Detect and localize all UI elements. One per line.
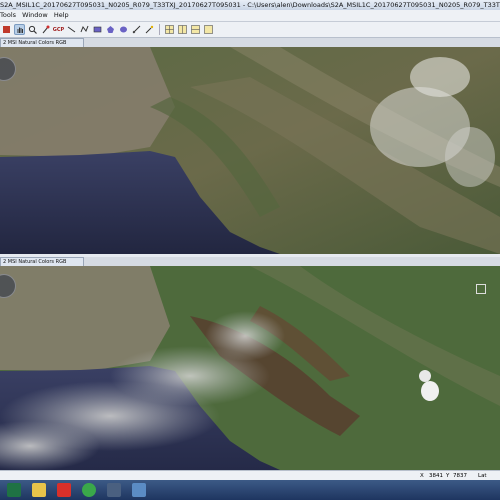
ellipse-icon[interactable] bbox=[118, 24, 129, 35]
toolbar-pin-left-icon[interactable] bbox=[1, 24, 12, 35]
menu-window[interactable]: Window bbox=[22, 10, 48, 21]
tile-single-icon[interactable] bbox=[203, 24, 214, 35]
toolbar-separator bbox=[159, 24, 160, 35]
snap-app-icon[interactable] bbox=[103, 482, 125, 499]
chrome-icon[interactable] bbox=[78, 482, 100, 499]
gcp-icon[interactable]: GCP bbox=[53, 24, 64, 35]
menu-bar: Tools Window Help bbox=[0, 10, 500, 22]
pin-icon[interactable] bbox=[40, 24, 51, 35]
image-view-top[interactable] bbox=[0, 47, 500, 254]
acrobat-icon[interactable] bbox=[53, 482, 75, 499]
window-title: S2A_MSIL1C_20170627T095031_N0205_R079_T3… bbox=[0, 0, 500, 10]
view-tab-top[interactable]: 2 MSI Natural Colors RGB bbox=[0, 38, 84, 47]
view-tab-bottom[interactable]: 2 MSI Natural Colors RGB bbox=[0, 257, 84, 266]
rectangle-icon[interactable] bbox=[92, 24, 103, 35]
polyline-icon[interactable] bbox=[79, 24, 90, 35]
menu-tools[interactable]: Tools bbox=[0, 10, 16, 21]
view-grid-icon[interactable] bbox=[476, 284, 486, 294]
tile-evenly-icon[interactable] bbox=[164, 24, 175, 35]
magic-wand-icon[interactable] bbox=[144, 24, 155, 35]
tile-vertical-icon[interactable] bbox=[190, 24, 201, 35]
satellite-image-fire bbox=[0, 266, 500, 470]
file-explorer-icon[interactable] bbox=[28, 482, 50, 499]
taskbar bbox=[0, 480, 500, 500]
pan-hand-icon[interactable] bbox=[14, 24, 25, 35]
zoom-icon[interactable] bbox=[27, 24, 38, 35]
tile-horizontal-icon[interactable] bbox=[177, 24, 188, 35]
range-finder-icon[interactable] bbox=[131, 24, 142, 35]
satellite-image-before bbox=[0, 47, 500, 254]
photos-app-icon[interactable] bbox=[128, 482, 150, 499]
image-view-bottom[interactable] bbox=[0, 266, 500, 470]
excel-icon[interactable] bbox=[3, 482, 25, 499]
line-draw-icon[interactable] bbox=[66, 24, 77, 35]
polygon-icon[interactable] bbox=[105, 24, 116, 35]
toolbar: GCP bbox=[0, 22, 500, 38]
menu-help[interactable]: Help bbox=[54, 10, 69, 21]
